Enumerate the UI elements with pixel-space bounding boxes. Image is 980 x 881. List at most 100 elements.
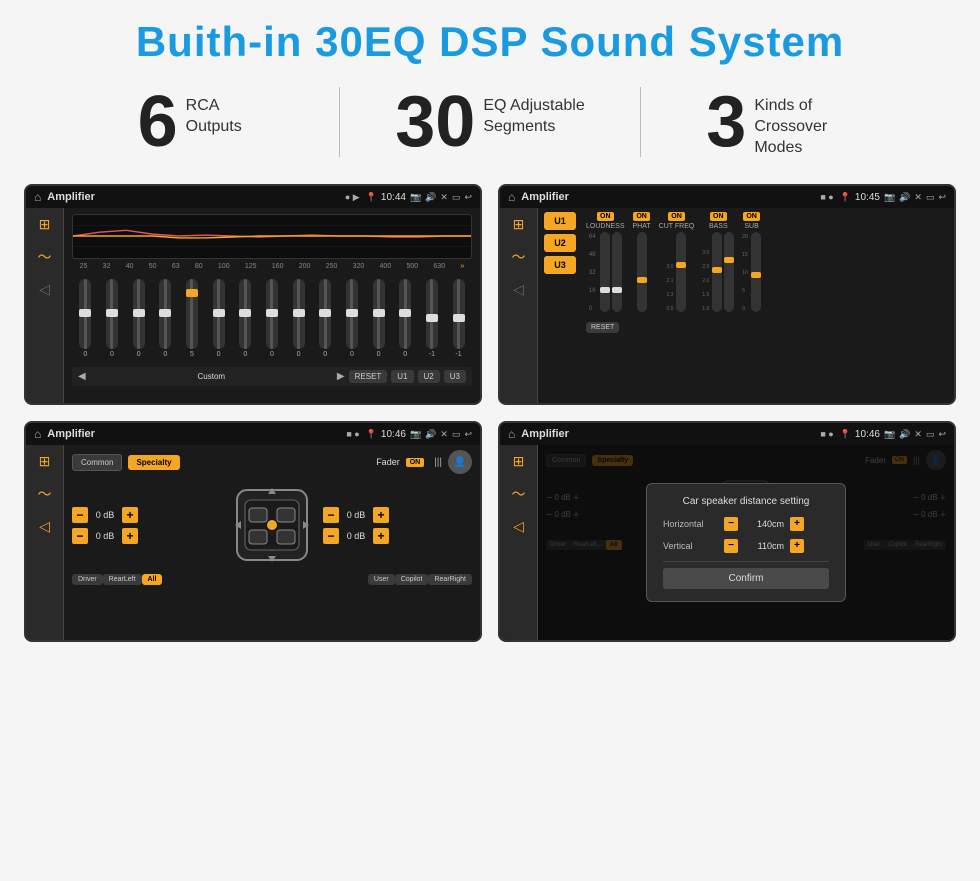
slider-14[interactable] (426, 279, 438, 349)
sidebar-speaker-icon-2[interactable]: ◁ (513, 281, 524, 298)
minus-btn-right-2[interactable]: − (323, 528, 339, 544)
slider-val-11: 0 (350, 351, 354, 358)
slider-col-12: 0 (373, 279, 385, 358)
app-name-4: Amplifier (521, 428, 814, 440)
user-btn[interactable]: User (368, 574, 395, 585)
horizontal-minus-btn[interactable]: − (724, 517, 738, 531)
sidebar-speaker-icon-3[interactable]: ◁ (39, 518, 50, 535)
slider-col-4: 0 (159, 279, 171, 358)
common-btn[interactable]: Common (72, 454, 122, 471)
sidebar-wave-icon-3[interactable]: 〜 (38, 484, 52, 504)
sidebar-wave-icon[interactable]: 〜 (38, 247, 52, 267)
status-icons-1: 📍 10:44 📷 🔊 ✕ ▭ ↩ (366, 192, 472, 203)
db-row-right-2: − 0 dB + (323, 528, 472, 544)
eq-u1-btn[interactable]: U1 (391, 370, 413, 383)
slider-7[interactable] (239, 279, 251, 349)
bass-slider-2[interactable] (724, 232, 734, 312)
sidebar-eq-icon-2[interactable]: ⊞ (513, 216, 525, 233)
loudness-slider-2[interactable] (612, 232, 622, 312)
horizontal-plus-btn[interactable]: + (790, 517, 804, 531)
minus-btn-right-1[interactable]: − (323, 507, 339, 523)
freq-250: 250 (326, 263, 338, 270)
specialty-btn[interactable]: Specialty (128, 455, 179, 470)
all-btn[interactable]: All (142, 574, 163, 585)
slider-3[interactable] (133, 279, 145, 349)
sidebar-eq-icon-3[interactable]: ⊞ (39, 453, 51, 470)
vertical-plus-btn[interactable]: + (790, 539, 804, 553)
plus-btn-right-1[interactable]: + (373, 507, 389, 523)
slider-col-9: 0 (293, 279, 305, 358)
eq-prev-btn[interactable]: ◀ (78, 371, 86, 382)
slider-col-10: 0 (319, 279, 331, 358)
freq-400: 400 (380, 263, 392, 270)
slider-5[interactable] (186, 279, 198, 349)
sub-slider[interactable] (751, 232, 761, 312)
slider-11[interactable] (346, 279, 358, 349)
eq-u2-btn[interactable]: U2 (418, 370, 440, 383)
plus-btn-right-2[interactable]: + (373, 528, 389, 544)
slider-12[interactable] (373, 279, 385, 349)
slider-6[interactable] (213, 279, 225, 349)
db-row-right-1: − 0 dB + (323, 507, 472, 523)
eq-play-btn[interactable]: ▶ (337, 371, 345, 382)
screen-eq-content: ⊞ 〜 ◁ (26, 208, 480, 403)
copilot-btn[interactable]: Copilot (395, 574, 429, 585)
vertical-minus-btn[interactable]: − (724, 539, 738, 553)
confirm-btn[interactable]: Confirm (663, 568, 829, 589)
sidebar-speaker-icon[interactable]: ◁ (39, 281, 50, 298)
slider-8[interactable] (266, 279, 278, 349)
bass-slider-1[interactable] (712, 232, 722, 312)
minus-btn-left-1[interactable]: − (72, 507, 88, 523)
home-icon-1[interactable]: ⌂ (34, 190, 41, 204)
slider-val-6: 0 (217, 351, 221, 358)
freq-500: 500 (406, 263, 418, 270)
plus-btn-left-2[interactable]: + (122, 528, 138, 544)
home-icon-2[interactable]: ⌂ (508, 190, 515, 204)
status-icons-4: 📍 10:46 📷 🔊 ✕ ▭ ↩ (840, 429, 946, 440)
slider-val-9: 0 (297, 351, 301, 358)
home-icon-3[interactable]: ⌂ (34, 427, 41, 441)
eq-u3-btn[interactable]: U3 (444, 370, 466, 383)
slider-9[interactable] (293, 279, 305, 349)
crossover-main: U1 U2 U3 ON LOUDNESS 644832160 (538, 208, 954, 403)
dots-3: ■ ● (346, 429, 359, 439)
home-icon-4[interactable]: ⌂ (508, 427, 515, 441)
slider-col-14: -1 (426, 279, 438, 358)
slider-1[interactable] (79, 279, 91, 349)
ch-cutfreq: ON CUT FREQ 3.02.11.30.5 (659, 212, 695, 312)
on-badge-bass: ON (710, 212, 727, 221)
slider-10[interactable] (319, 279, 331, 349)
stat-rca: 6 RCAOutputs (60, 86, 319, 158)
cutfreq-slider[interactable] (676, 232, 686, 312)
volume-icon-3: 🔊 (425, 429, 436, 440)
back-icon-4[interactable]: ↩ (938, 429, 946, 440)
eq-reset-btn[interactable]: RESET (349, 370, 388, 383)
plus-btn-left-1[interactable]: + (122, 507, 138, 523)
sidebar-wave-icon-2[interactable]: 〜 (512, 247, 526, 267)
loudness-slider[interactable] (600, 232, 610, 312)
dots-1: ● ▶ (345, 192, 360, 203)
avatar-icon: 👤 (454, 457, 466, 468)
u2-btn[interactable]: U2 (544, 234, 576, 252)
window-icon-3: ▭ (452, 429, 461, 440)
fader-avatar[interactable]: 👤 (448, 450, 472, 474)
bass-scale: 3.02.52.01.51.0 (702, 232, 709, 312)
slider-15[interactable] (453, 279, 465, 349)
rearleft-btn[interactable]: RearLeft (103, 574, 142, 585)
driver-btn[interactable]: Driver (72, 574, 103, 585)
minus-btn-left-2[interactable]: − (72, 528, 88, 544)
back-icon-2[interactable]: ↩ (938, 192, 946, 203)
back-icon-1[interactable]: ↩ (464, 192, 472, 203)
u1-btn[interactable]: U1 (544, 212, 576, 230)
slider-13[interactable] (399, 279, 411, 349)
slider-4[interactable] (159, 279, 171, 349)
rearright-btn[interactable]: RearRight (428, 574, 472, 585)
sidebar-eq-icon[interactable]: ⊞ (39, 216, 51, 233)
cutfreq-sliders: 3.02.11.30.5 (667, 232, 687, 312)
back-icon-3[interactable]: ↩ (464, 429, 472, 440)
more-icon[interactable]: » (460, 263, 464, 270)
phat-slider[interactable] (637, 232, 647, 312)
slider-2[interactable] (106, 279, 118, 349)
crossover-reset-btn[interactable]: RESET (586, 322, 619, 333)
u3-btn[interactable]: U3 (544, 256, 576, 274)
